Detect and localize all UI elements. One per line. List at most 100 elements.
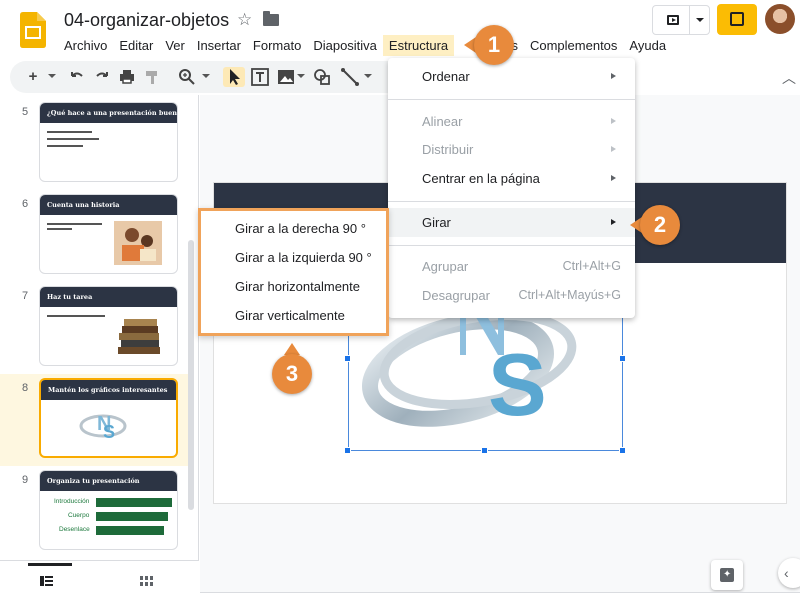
callout-step-1: 1: [474, 25, 514, 65]
menu-formato[interactable]: Formato: [247, 35, 307, 56]
collapse-toolbar-icon[interactable]: ︿: [782, 68, 796, 88]
slide-thumbnail[interactable]: Haz tu tarea: [39, 286, 178, 366]
document-title[interactable]: 04-organizar-objetos: [64, 10, 229, 31]
menu-item-desagrupar[interactable]: Desagrupar Ctrl+Alt+Mayús+G: [388, 281, 635, 310]
app-header: 04-organizar-objetos ☆ Archivo Editar Ve…: [0, 0, 800, 60]
menu-item-centrar[interactable]: Centrar en la página: [388, 164, 635, 193]
sparkle-icon: ✦: [723, 569, 732, 580]
submenu-arrow-icon: [611, 219, 616, 225]
menu-item-distribuir[interactable]: Distribuir: [388, 135, 635, 164]
select-cursor-icon[interactable]: [223, 67, 245, 87]
reading-photo: [114, 221, 162, 265]
menu-item-label: Centrar en la página: [422, 171, 540, 186]
submenu-arrow-icon: [611, 146, 616, 152]
chevron-left-icon[interactable]: ‹: [778, 558, 800, 588]
slide-thumbnail[interactable]: Organiza tu presentación Introducción Cu…: [39, 470, 178, 550]
thumb-text-line: [47, 228, 72, 230]
menu-ayuda[interactable]: Ayuda: [623, 35, 672, 56]
slide-number: 8: [22, 382, 29, 394]
submenu-arrow-icon: [611, 73, 616, 79]
present-button[interactable]: [652, 5, 710, 35]
resize-handle[interactable]: [344, 355, 351, 362]
thumb-bar-item: [96, 512, 168, 521]
resize-handle[interactable]: [619, 355, 626, 362]
undo-icon[interactable]: [68, 67, 86, 87]
grid-view-icon[interactable]: [140, 576, 153, 586]
chevron-down-icon[interactable]: [48, 74, 56, 78]
menu-ver[interactable]: Ver: [159, 35, 191, 56]
books-image: [118, 319, 160, 354]
resize-handle[interactable]: [619, 447, 626, 454]
slide-thumbnail[interactable]: Mantén los gráficos interesantes N S: [39, 378, 178, 458]
submenu-arrow-icon: [611, 175, 616, 181]
slides-logo-icon[interactable]: [20, 12, 46, 48]
submenu-arrow-icon: [611, 118, 616, 124]
menu-archivo[interactable]: Archivo: [58, 35, 113, 56]
menu-item-flip-horizontal[interactable]: Girar horizontalmente: [235, 279, 360, 294]
menu-item-label: Distribuir: [422, 142, 474, 157]
menu-item-label: Girar: [422, 215, 451, 230]
thumb-title: Mantén los gráficos interesantes: [48, 386, 168, 394]
avatar[interactable]: [765, 4, 795, 34]
menu-item-rotate-right[interactable]: Girar a la derecha 90 °: [235, 221, 366, 236]
line-icon[interactable]: [340, 67, 360, 87]
menu-item-rotate-left[interactable]: Girar a la izquierda 90 °: [235, 250, 372, 265]
menu-insertar[interactable]: Insertar: [191, 35, 247, 56]
chevron-down-icon[interactable]: [696, 18, 704, 22]
menu-item-label: Alinear: [422, 114, 463, 129]
redo-icon[interactable]: [93, 67, 111, 87]
ns-logo-thumbnail: N S: [79, 413, 127, 442]
chevron-down-icon[interactable]: [297, 74, 305, 78]
active-view-indicator: [28, 563, 72, 566]
thumb-title: Cuenta una historia: [47, 201, 120, 209]
slide-number: 6: [22, 198, 29, 210]
thumb-text-line: [47, 131, 92, 133]
slide-thumbnail[interactable]: ¿Qué hace a una presentación buena?: [39, 102, 178, 182]
menu-item-ordenar[interactable]: Ordenar: [388, 62, 635, 91]
chevron-down-icon[interactable]: [364, 74, 372, 78]
folder-icon[interactable]: [263, 11, 279, 26]
slide-thumbnail[interactable]: Cuenta una historia: [39, 194, 178, 274]
svg-text:S: S: [103, 422, 115, 442]
slide-number: 5: [22, 106, 29, 118]
thumb-text-line: [47, 223, 102, 225]
add-icon[interactable]: +: [26, 67, 40, 87]
filmstrip-footer: [0, 560, 199, 600]
thumb-item: Cuerpo: [68, 512, 90, 519]
menu-editar[interactable]: Editar: [113, 35, 159, 56]
filmstrip-slide-7[interactable]: 7 Haz tu tarea: [0, 282, 190, 374]
menu-complementos[interactable]: Complementos: [524, 35, 623, 56]
print-icon[interactable]: [118, 67, 136, 87]
speaker-notes-divider[interactable]: [200, 592, 800, 600]
thumb-text-line: [47, 138, 99, 140]
shape-icon[interactable]: [312, 67, 332, 87]
menu-item-label: Ordenar: [422, 69, 470, 84]
menu-item-alinear[interactable]: Alinear: [388, 107, 635, 136]
share-button[interactable]: [717, 4, 757, 35]
resize-handle[interactable]: [481, 447, 488, 454]
thumb-title: Organiza tu presentación: [47, 477, 140, 485]
menu-divider: [388, 99, 635, 100]
resize-handle[interactable]: [344, 447, 351, 454]
menu-diapositiva[interactable]: Diapositiva: [307, 35, 383, 56]
filmstrip-slide-9[interactable]: 9 Organiza tu presentación Introducción …: [0, 466, 190, 558]
filmstrip-slide-6[interactable]: 6 Cuenta una historia: [0, 190, 190, 282]
menu-item-agrupar[interactable]: Agrupar Ctrl+Alt+G: [388, 252, 635, 281]
menu-item-flip-vertical[interactable]: Girar verticalmente: [235, 308, 345, 323]
filmstrip-slide-5[interactable]: 5 ¿Qué hace a una presentación buena?: [0, 98, 190, 190]
chevron-down-icon[interactable]: [202, 74, 210, 78]
textbox-icon[interactable]: [250, 67, 270, 87]
image-icon[interactable]: [276, 67, 296, 87]
estructura-menu: Ordenar Alinear Distribuir Centrar en la…: [388, 58, 635, 318]
filmstrip-view-icon[interactable]: [40, 576, 53, 586]
thumb-text-line: [47, 315, 105, 317]
zoom-icon[interactable]: [178, 67, 196, 87]
filmstrip-slide-8[interactable]: 8 Mantén los gráficos interesantes N S: [0, 374, 190, 466]
star-icon[interactable]: ☆: [237, 10, 252, 30]
menu-estructura[interactable]: Estructura: [382, 35, 455, 56]
paint-format-icon[interactable]: [143, 67, 161, 87]
thumb-item: Introducción: [54, 498, 90, 505]
filmstrip-scrollbar[interactable]: [188, 240, 194, 510]
menu-item-girar[interactable]: Girar: [388, 208, 635, 237]
explore-button[interactable]: ✦: [711, 560, 743, 590]
